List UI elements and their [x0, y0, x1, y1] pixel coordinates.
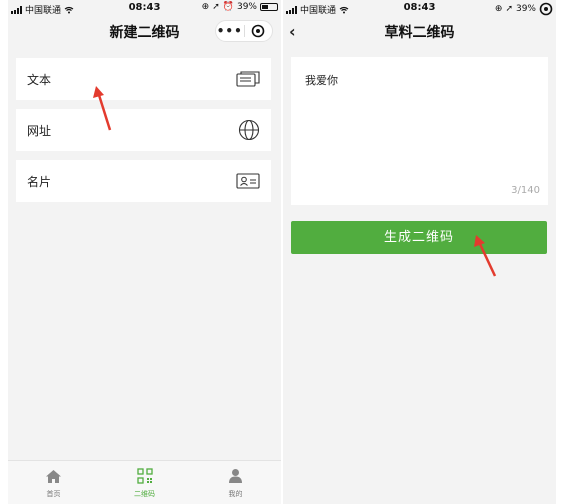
list-item-url[interactable]: 网址	[16, 109, 271, 151]
tab-label: 二维码	[134, 490, 155, 498]
char-counter: 3/140	[511, 185, 540, 196]
annotation-arrow	[93, 86, 112, 131]
alarm-icon: ⏰	[222, 2, 234, 12]
item-label: 网址	[27, 123, 52, 138]
mini-program-capsule: •••	[215, 20, 273, 42]
qr-code-icon	[136, 467, 153, 485]
lock-rotation-icon: ⊕	[494, 4, 503, 14]
tab-home[interactable]: 首页	[8, 461, 99, 504]
globe-icon	[238, 119, 260, 141]
tab-mine[interactable]: 我的	[190, 461, 281, 504]
annotation-arrow	[474, 235, 497, 277]
battery-percent: 39%	[515, 4, 536, 14]
contact-card-icon	[236, 173, 260, 189]
list-item-card[interactable]: 名片	[16, 160, 271, 202]
generate-qrcode-button[interactable]: 生成二维码	[291, 221, 547, 254]
page-title: 草料二维码	[384, 25, 455, 41]
item-label: 文本	[27, 72, 52, 87]
close-circle-icon[interactable]	[245, 24, 273, 38]
text-input[interactable]: 我爱你 3/140	[291, 57, 548, 205]
text-card-icon	[236, 71, 260, 87]
nav-bar: 新建二维码 •••	[8, 16, 281, 46]
lock-rotation-icon: ⊕	[201, 2, 210, 12]
home-icon	[45, 467, 62, 485]
battery-icon	[260, 3, 278, 11]
location-icon: ➚	[212, 2, 220, 12]
tab-bar: 首页 二维码 我的	[8, 460, 281, 504]
status-bar: 中国联通 08:43 ⊕ ➚ ⏰ 39%	[8, 0, 281, 16]
list-item-text[interactable]: 文本	[16, 58, 271, 100]
status-bar: 中国联通 08:43 ⊕ ➚ 39%	[283, 0, 556, 16]
battery-percent: 39%	[236, 2, 257, 12]
tab-label: 首页	[46, 490, 61, 498]
user-icon	[228, 467, 243, 485]
text-input-value: 我爱你	[305, 74, 338, 87]
item-label: 名片	[27, 174, 52, 189]
left-screen: 中国联通 08:43 ⊕ ➚ ⏰ 39% 新建二维码 ••• 文本 网址 名片 …	[8, 0, 281, 504]
nav-bar: ‹ 草料二维码	[283, 16, 556, 46]
loading-icon	[539, 2, 553, 16]
more-icon[interactable]: •••	[216, 21, 244, 41]
location-icon: ➚	[505, 4, 513, 14]
tab-qrcode[interactable]: 二维码	[99, 461, 190, 504]
status-right: ⊕ ➚ 39%	[495, 2, 553, 16]
right-screen: 中国联通 08:43 ⊕ ➚ 39% ‹ 草料二维码 我爱你 3/140 生成二…	[283, 0, 556, 504]
tab-label: 我的	[228, 490, 243, 498]
status-right: ⊕ ➚ ⏰ 39%	[202, 2, 278, 12]
